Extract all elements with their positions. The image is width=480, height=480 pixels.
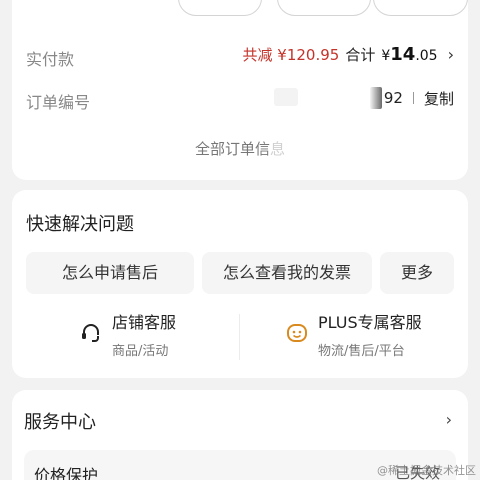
price-protection-label: 价格保护 [34,466,99,480]
apply-after-sales-button[interactable]: 申请售后 [373,0,468,16]
plus-service-button[interactable]: PLUS专属客服 物流/售后/平台 [286,312,422,359]
redaction-blur [369,87,382,109]
all-order-info-faded: 息 [270,140,286,158]
discount-text: 共减 ¥120.95 [242,46,340,64]
total-integer: 14 [390,44,416,65]
smiley-icon [287,324,307,342]
store-service-button[interactable]: 店铺客服 商品/活动 [80,312,176,359]
payment-total[interactable]: 共减 ¥120.95 合计 ¥14.05 › [243,44,454,65]
add-to-cart-button[interactable]: 加购物车 [277,0,371,16]
plus-service-subtitle: 物流/售后/平台 [318,344,405,359]
copy-button[interactable]: 复制 [424,88,454,109]
store-service-title: 店铺客服 [112,313,177,332]
store-service-text: 店铺客服 商品/活动 [112,312,176,359]
watermark: @稀土掘金技术社区 [377,464,476,477]
order-number-label: 订单编号 [26,93,91,112]
faq-after-sales-button[interactable]: 怎么申请售后 [26,252,194,294]
faq-invoice-button[interactable]: 怎么查看我的发票 [202,252,372,294]
chevron-right-icon[interactable]: › [446,410,452,429]
plus-service-text: PLUS专属客服 物流/售后/平台 [318,312,422,359]
divider [412,92,414,104]
redacted-order-number [274,88,298,106]
order-summary-card: 卖了换钱 加购物车 申请售后 实付款 共减 ¥120.95 合计 ¥14.05 … [12,0,468,180]
plus-service-title: PLUS专属客服 [318,313,422,332]
more-button[interactable]: 更多 [380,252,454,294]
service-center-title: 服务中心 [24,412,96,433]
all-order-info-text: 全部订单信 [194,140,270,158]
total-label: 合计 [345,46,376,64]
service-divider [239,314,240,360]
all-order-info-link[interactable]: 全部订单信息 [12,138,468,159]
paid-amount-label: 实付款 [26,50,75,69]
store-service-subtitle: 商品/活动 [112,344,169,359]
total-decimal: .05 [415,48,438,64]
order-number: 92 复制 [369,87,454,109]
currency-symbol: ¥ [381,48,391,64]
order-number-tail: 92 [383,89,403,107]
total-amount: ¥14.05 [381,44,437,65]
chevron-right-icon: › [447,45,454,64]
headset-icon [82,324,99,342]
sell-for-cash-button[interactable]: 卖了换钱 [178,0,262,16]
quick-help-card: 快速解决问题 怎么申请售后 怎么查看我的发票 更多 店铺客服 商品/活动 PLU… [12,190,468,378]
quick-help-title: 快速解决问题 [26,214,134,235]
